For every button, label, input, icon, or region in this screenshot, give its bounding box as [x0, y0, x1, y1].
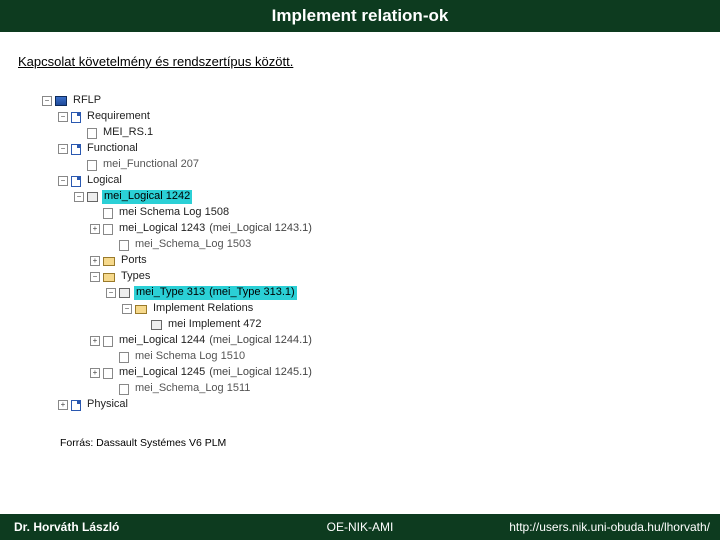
- tree-node[interactable]: mei_Schema_Log 1511: [42, 381, 720, 397]
- tree-label-selected: mei_Logical 1242: [102, 190, 192, 204]
- tree-node[interactable]: + mei_Logical 1244 (mei_Logical 1244.1): [42, 333, 720, 349]
- doc-icon: [71, 112, 81, 123]
- sheet-icon: [103, 208, 113, 219]
- tree-label: Physical: [85, 398, 130, 412]
- folder-icon: [103, 257, 115, 266]
- item-icon: [151, 320, 162, 330]
- collapse-icon[interactable]: −: [74, 192, 84, 202]
- tree-node[interactable]: mei Implement 472: [42, 317, 720, 333]
- tree-label: mei_Schema_Log 1511: [133, 382, 252, 396]
- tree-node-selected[interactable]: − mei_Type 313 (mei_Type 313.1): [42, 285, 720, 301]
- tree-label: mei_Schema_Log 1503: [133, 238, 253, 252]
- source-caption: Forrás: Dassault Systémes V6 PLM: [60, 437, 720, 449]
- tree-label: Implement Relations: [151, 302, 255, 316]
- tree-node[interactable]: mei Schema Log 1510: [42, 349, 720, 365]
- sheet-icon: [119, 352, 129, 363]
- collapse-icon[interactable]: −: [106, 288, 116, 298]
- expand-icon[interactable]: +: [90, 224, 100, 234]
- tree-label: Logical: [85, 174, 124, 188]
- sheet-icon: [87, 128, 97, 139]
- collapse-icon[interactable]: −: [58, 112, 68, 122]
- tree-ext: (mei_Logical 1245.1): [209, 366, 312, 380]
- tree-node-selected[interactable]: − mei_Logical 1242: [42, 189, 720, 205]
- tree-view: − RFLP − Requirement MEI_RS.1 − Function…: [42, 93, 720, 413]
- tree-label: mei_Functional 207: [101, 158, 201, 172]
- doc-icon: [71, 144, 81, 155]
- tree-node[interactable]: − Implement Relations: [42, 301, 720, 317]
- tree-ext: (mei_Logical 1243.1): [209, 222, 312, 236]
- item-icon: [87, 192, 98, 202]
- tree-node-root[interactable]: − RFLP: [42, 93, 720, 109]
- tree-label: mei_Logical 1244: [117, 334, 207, 348]
- tree-node-requirement[interactable]: − Requirement: [42, 109, 720, 125]
- sheet-icon: [103, 368, 113, 379]
- collapse-icon[interactable]: −: [122, 304, 132, 314]
- tree-node[interactable]: MEI_RS.1: [42, 125, 720, 141]
- sheet-icon: [103, 224, 113, 235]
- tree-node-functional[interactable]: − Functional: [42, 141, 720, 157]
- sheet-icon: [87, 160, 97, 171]
- tree-node[interactable]: mei Schema Log 1508: [42, 205, 720, 221]
- title-bar: Implement relation-ok: [0, 0, 720, 32]
- folder-icon: [135, 305, 147, 314]
- tree-label: mei Implement 472: [166, 318, 264, 332]
- collapse-icon[interactable]: −: [42, 96, 52, 106]
- sheet-icon: [103, 336, 113, 347]
- collapse-icon[interactable]: −: [90, 272, 100, 282]
- tree-label: Ports: [119, 254, 149, 268]
- tree-node[interactable]: + mei_Logical 1243 (mei_Logical 1243.1): [42, 221, 720, 237]
- expand-icon[interactable]: +: [58, 400, 68, 410]
- footer-bar: Dr. Horváth László OE-NIK-AMI http://use…: [0, 514, 720, 540]
- footer-author: Dr. Horváth László: [14, 520, 119, 534]
- tree-node[interactable]: mei_Schema_Log 1503: [42, 237, 720, 253]
- tree-label: MEI_RS.1: [101, 126, 155, 140]
- collapse-icon[interactable]: −: [58, 176, 68, 186]
- sheet-icon: [119, 240, 129, 251]
- footer-url: http://users.nik.uni-obuda.hu/lhorvath/: [509, 520, 710, 534]
- tree-node-ports[interactable]: + Ports: [42, 253, 720, 269]
- doc-icon: [71, 400, 81, 411]
- tree-node[interactable]: mei_Functional 207: [42, 157, 720, 173]
- footer-institution: OE-NIK-AMI: [327, 520, 394, 534]
- doc-icon: [71, 176, 81, 187]
- sheet-icon: [119, 384, 129, 395]
- tree-ext: (mei_Logical 1244.1): [209, 334, 312, 348]
- tree-label: mei_Logical 1245: [117, 366, 207, 380]
- tree-label: RFLP: [71, 94, 103, 108]
- tree-node-physical[interactable]: + Physical: [42, 397, 720, 413]
- tree-label: Functional: [85, 142, 140, 156]
- tree-ext-selected: (mei_Type 313.1): [207, 286, 297, 300]
- tree-label-selected: mei_Type 313: [134, 286, 207, 300]
- subtitle-text: Kapcsolat követelmény és rendszertípus k…: [18, 54, 720, 69]
- collapse-icon[interactable]: −: [58, 144, 68, 154]
- tree-label: Types: [119, 270, 152, 284]
- expand-icon[interactable]: +: [90, 336, 100, 346]
- folder-icon: [103, 273, 115, 282]
- tree-label: Requirement: [85, 110, 152, 124]
- tree-node-types[interactable]: − Types: [42, 269, 720, 285]
- item-icon: [119, 288, 130, 298]
- tree-node[interactable]: + mei_Logical 1245 (mei_Logical 1245.1): [42, 365, 720, 381]
- tree-label: mei_Logical 1243: [117, 222, 207, 236]
- tree-label: mei Schema Log 1508: [117, 206, 231, 220]
- expand-icon[interactable]: +: [90, 256, 100, 266]
- tree-node-logical[interactable]: − Logical: [42, 173, 720, 189]
- tree-label: mei Schema Log 1510: [133, 350, 247, 364]
- slide-title: Implement relation-ok: [272, 6, 449, 25]
- root-icon: [55, 96, 67, 106]
- expand-icon[interactable]: +: [90, 368, 100, 378]
